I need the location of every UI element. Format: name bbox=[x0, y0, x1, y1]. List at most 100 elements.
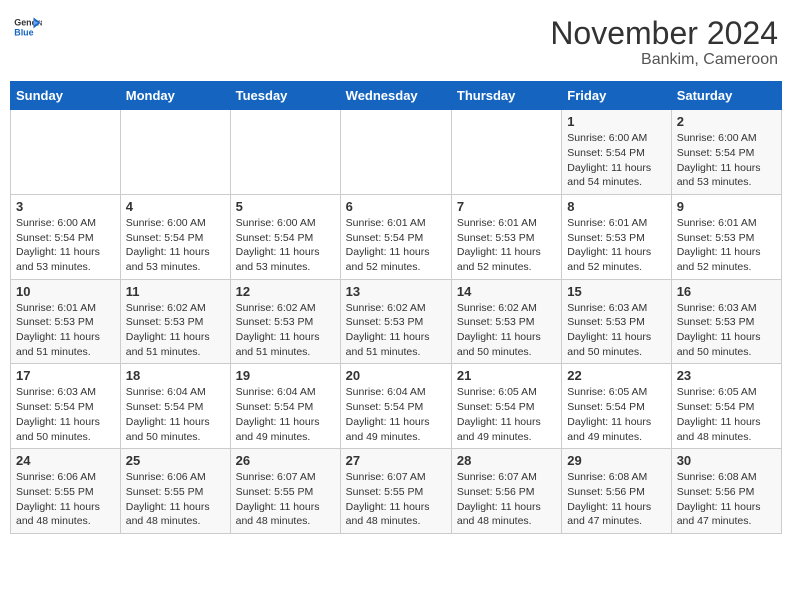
day-cell: 6 Sunrise: 6:01 AM Sunset: 5:54 PM Daylig… bbox=[340, 194, 451, 279]
day-info: Sunrise: 6:07 AM Sunset: 5:56 PM Dayligh… bbox=[457, 470, 556, 529]
day-info: Sunrise: 6:03 AM Sunset: 5:54 PM Dayligh… bbox=[16, 385, 115, 444]
day-cell: 27 Sunrise: 6:07 AM Sunset: 5:55 PM Dayli… bbox=[340, 449, 451, 534]
day-number: 15 bbox=[567, 284, 665, 299]
logo-icon: General Blue bbox=[14, 16, 42, 38]
day-number: 1 bbox=[567, 114, 665, 129]
day-cell: 22Sunrise: 6:05 AM Sunset: 5:54 PM Dayli… bbox=[562, 364, 671, 449]
header-sunday: Sunday bbox=[11, 82, 121, 110]
day-cell: 28 Sunrise: 6:07 AM Sunset: 5:56 PM Dayli… bbox=[451, 449, 561, 534]
day-number: 9 bbox=[677, 199, 776, 214]
day-number: 10 bbox=[16, 284, 115, 299]
day-number: 19 bbox=[236, 368, 335, 383]
week-row-5: 24 Sunrise: 6:06 AM Sunset: 5:55 PM Dayli… bbox=[11, 449, 782, 534]
day-info: Sunrise: 6:04 AM Sunset: 5:54 PM Dayligh… bbox=[346, 385, 446, 444]
day-cell: 8 Sunrise: 6:01 AM Sunset: 5:53 PM Daylig… bbox=[562, 194, 671, 279]
day-number: 14 bbox=[457, 284, 556, 299]
week-row-3: 10 Sunrise: 6:01 AM Sunset: 5:53 PM Dayli… bbox=[11, 279, 782, 364]
day-info: Sunrise: 6:00 AM Sunset: 5:54 PM Dayligh… bbox=[126, 216, 225, 275]
header-friday: Friday bbox=[562, 82, 671, 110]
day-cell: 26 Sunrise: 6:07 AM Sunset: 5:55 PM Dayli… bbox=[230, 449, 340, 534]
day-number: 26 bbox=[236, 453, 335, 468]
day-number: 24 bbox=[16, 453, 115, 468]
day-info: Sunrise: 6:05 AM Sunset: 5:54 PM Dayligh… bbox=[457, 385, 556, 444]
month-year-title: November 2024 bbox=[550, 16, 778, 51]
day-info: Sunrise: 6:01 AM Sunset: 5:53 PM Dayligh… bbox=[457, 216, 556, 275]
svg-text:Blue: Blue bbox=[14, 27, 33, 37]
header-tuesday: Tuesday bbox=[230, 82, 340, 110]
day-number: 20 bbox=[346, 368, 446, 383]
day-cell: 11Sunrise: 6:02 AM Sunset: 5:53 PM Dayli… bbox=[120, 279, 230, 364]
day-cell: 18 Sunrise: 6:04 AM Sunset: 5:54 PM Dayli… bbox=[120, 364, 230, 449]
day-info: Sunrise: 6:07 AM Sunset: 5:55 PM Dayligh… bbox=[236, 470, 335, 529]
header-wednesday: Wednesday bbox=[340, 82, 451, 110]
day-cell: 12Sunrise: 6:02 AM Sunset: 5:53 PM Dayli… bbox=[230, 279, 340, 364]
week-row-1: 1 Sunrise: 6:00 AM Sunset: 5:54 PM Daylig… bbox=[11, 110, 782, 195]
day-number: 2 bbox=[677, 114, 776, 129]
day-cell: 21 Sunrise: 6:05 AM Sunset: 5:54 PM Dayli… bbox=[451, 364, 561, 449]
day-number: 3 bbox=[16, 199, 115, 214]
day-info: Sunrise: 6:01 AM Sunset: 5:53 PM Dayligh… bbox=[677, 216, 776, 275]
day-number: 23 bbox=[677, 368, 776, 383]
day-cell: 19 Sunrise: 6:04 AM Sunset: 5:54 PM Dayli… bbox=[230, 364, 340, 449]
day-info: Sunrise: 6:03 AM Sunset: 5:53 PM Dayligh… bbox=[677, 301, 776, 360]
day-number: 18 bbox=[126, 368, 225, 383]
day-cell bbox=[451, 110, 561, 195]
page-header: General Blue November 2024 Bankim, Camer… bbox=[10, 10, 782, 75]
day-info: Sunrise: 6:04 AM Sunset: 5:54 PM Dayligh… bbox=[236, 385, 335, 444]
day-cell bbox=[120, 110, 230, 195]
day-info: Sunrise: 6:02 AM Sunset: 5:53 PM Dayligh… bbox=[126, 301, 225, 360]
day-cell: 2 Sunrise: 6:00 AM Sunset: 5:54 PM Daylig… bbox=[671, 110, 781, 195]
day-cell: 3 Sunrise: 6:00 AM Sunset: 5:54 PM Daylig… bbox=[11, 194, 121, 279]
day-number: 29 bbox=[567, 453, 665, 468]
title-block: November 2024 Bankim, Cameroon bbox=[550, 16, 778, 69]
day-number: 25 bbox=[126, 453, 225, 468]
day-info: Sunrise: 6:00 AM Sunset: 5:54 PM Dayligh… bbox=[677, 131, 776, 190]
day-cell bbox=[11, 110, 121, 195]
day-info: Sunrise: 6:01 AM Sunset: 5:53 PM Dayligh… bbox=[567, 216, 665, 275]
day-cell: 13Sunrise: 6:02 AM Sunset: 5:53 PM Dayli… bbox=[340, 279, 451, 364]
day-cell: 25Sunrise: 6:06 AM Sunset: 5:55 PM Dayli… bbox=[120, 449, 230, 534]
day-cell bbox=[230, 110, 340, 195]
day-cell: 15 Sunrise: 6:03 AM Sunset: 5:53 PM Dayli… bbox=[562, 279, 671, 364]
day-info: Sunrise: 6:05 AM Sunset: 5:54 PM Dayligh… bbox=[677, 385, 776, 444]
day-info: Sunrise: 6:04 AM Sunset: 5:54 PM Dayligh… bbox=[126, 385, 225, 444]
header-thursday: Thursday bbox=[451, 82, 561, 110]
day-cell: 5Sunrise: 6:00 AM Sunset: 5:54 PM Daylig… bbox=[230, 194, 340, 279]
day-info: Sunrise: 6:03 AM Sunset: 5:53 PM Dayligh… bbox=[567, 301, 665, 360]
day-number: 8 bbox=[567, 199, 665, 214]
day-number: 13 bbox=[346, 284, 446, 299]
calendar-header-row: SundayMondayTuesdayWednesdayThursdayFrid… bbox=[11, 82, 782, 110]
day-info: Sunrise: 6:01 AM Sunset: 5:54 PM Dayligh… bbox=[346, 216, 446, 275]
day-info: Sunrise: 6:00 AM Sunset: 5:54 PM Dayligh… bbox=[16, 216, 115, 275]
day-cell: 16Sunrise: 6:03 AM Sunset: 5:53 PM Dayli… bbox=[671, 279, 781, 364]
header-monday: Monday bbox=[120, 82, 230, 110]
day-cell: 30 Sunrise: 6:08 AM Sunset: 5:56 PM Dayli… bbox=[671, 449, 781, 534]
week-row-4: 17Sunrise: 6:03 AM Sunset: 5:54 PM Dayli… bbox=[11, 364, 782, 449]
day-info: Sunrise: 6:08 AM Sunset: 5:56 PM Dayligh… bbox=[567, 470, 665, 529]
day-info: Sunrise: 6:07 AM Sunset: 5:55 PM Dayligh… bbox=[346, 470, 446, 529]
day-info: Sunrise: 6:02 AM Sunset: 5:53 PM Dayligh… bbox=[457, 301, 556, 360]
day-info: Sunrise: 6:06 AM Sunset: 5:55 PM Dayligh… bbox=[16, 470, 115, 529]
header-saturday: Saturday bbox=[671, 82, 781, 110]
day-info: Sunrise: 6:02 AM Sunset: 5:53 PM Dayligh… bbox=[236, 301, 335, 360]
day-number: 6 bbox=[346, 199, 446, 214]
day-info: Sunrise: 6:00 AM Sunset: 5:54 PM Dayligh… bbox=[567, 131, 665, 190]
day-number: 4 bbox=[126, 199, 225, 214]
day-cell: 29 Sunrise: 6:08 AM Sunset: 5:56 PM Dayli… bbox=[562, 449, 671, 534]
day-info: Sunrise: 6:08 AM Sunset: 5:56 PM Dayligh… bbox=[677, 470, 776, 529]
week-row-2: 3 Sunrise: 6:00 AM Sunset: 5:54 PM Daylig… bbox=[11, 194, 782, 279]
day-number: 21 bbox=[457, 368, 556, 383]
day-info: Sunrise: 6:01 AM Sunset: 5:53 PM Dayligh… bbox=[16, 301, 115, 360]
day-cell: 7Sunrise: 6:01 AM Sunset: 5:53 PM Daylig… bbox=[451, 194, 561, 279]
day-number: 28 bbox=[457, 453, 556, 468]
day-number: 5 bbox=[236, 199, 335, 214]
day-cell: 24 Sunrise: 6:06 AM Sunset: 5:55 PM Dayli… bbox=[11, 449, 121, 534]
day-number: 30 bbox=[677, 453, 776, 468]
day-cell: 9 Sunrise: 6:01 AM Sunset: 5:53 PM Daylig… bbox=[671, 194, 781, 279]
calendar-table: SundayMondayTuesdayWednesdayThursdayFrid… bbox=[10, 81, 782, 534]
day-info: Sunrise: 6:05 AM Sunset: 5:54 PM Dayligh… bbox=[567, 385, 665, 444]
day-cell: 10 Sunrise: 6:01 AM Sunset: 5:53 PM Dayli… bbox=[11, 279, 121, 364]
day-cell: 1 Sunrise: 6:00 AM Sunset: 5:54 PM Daylig… bbox=[562, 110, 671, 195]
day-number: 27 bbox=[346, 453, 446, 468]
location-subtitle: Bankim, Cameroon bbox=[550, 51, 778, 69]
